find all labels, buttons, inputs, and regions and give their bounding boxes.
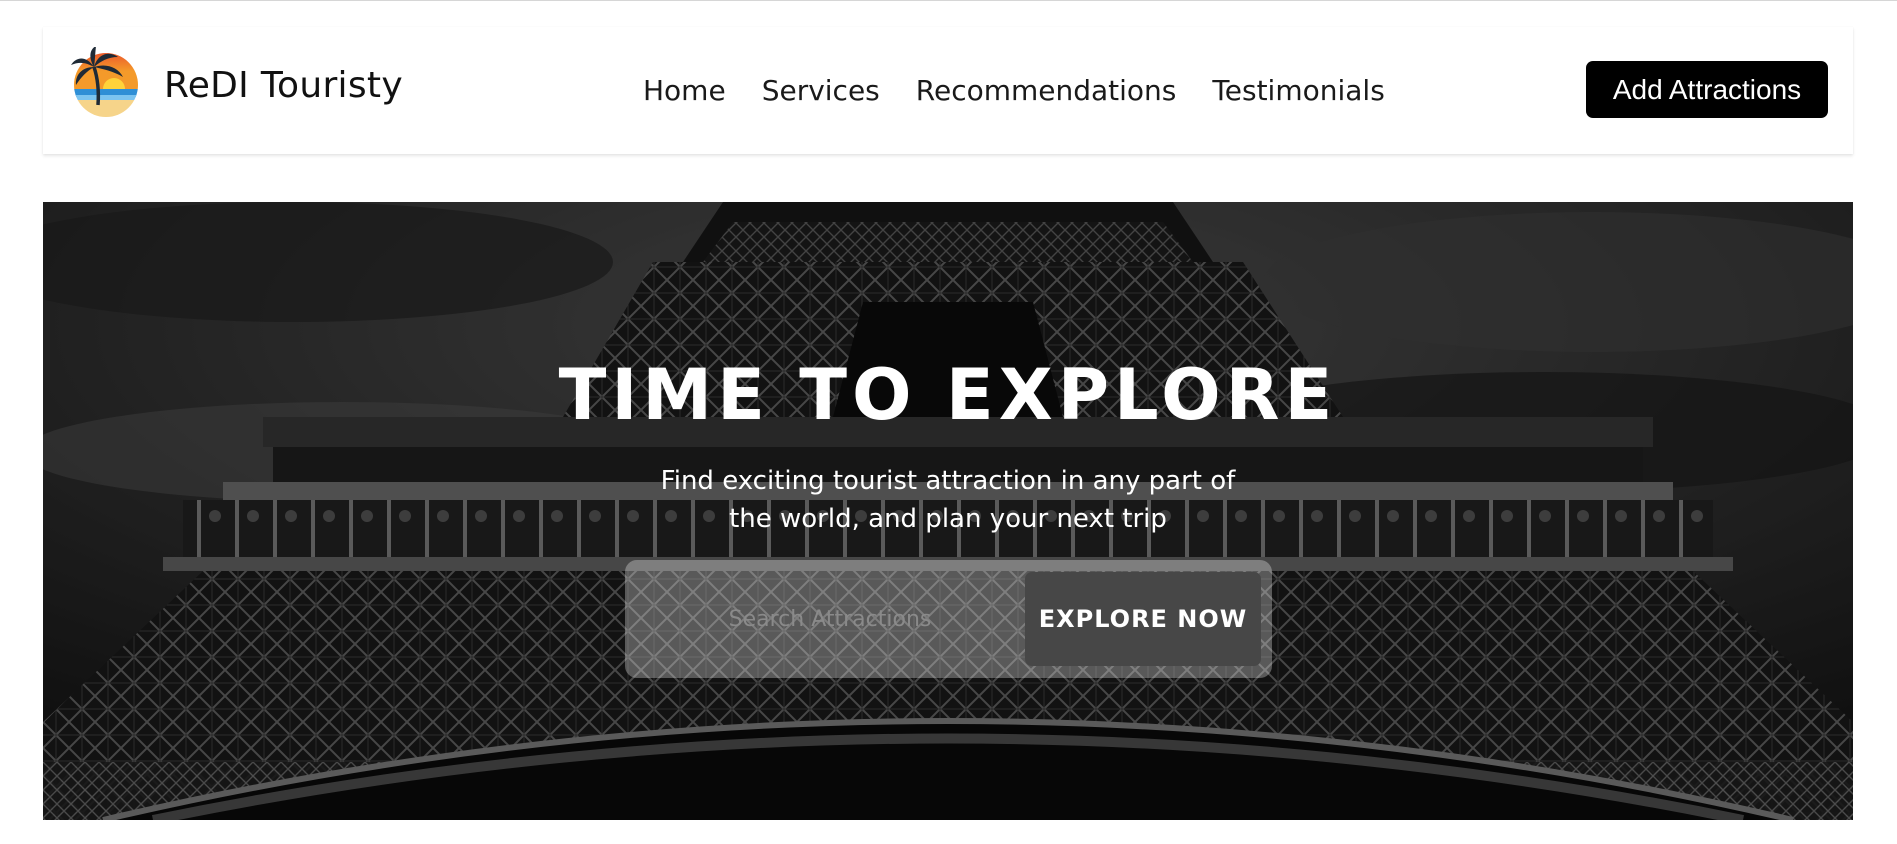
top-divider: [0, 0, 1897, 1]
nav-link-testimonials[interactable]: Testimonials: [1212, 74, 1384, 107]
hero-content: TIME TO EXPLORE Find exciting tourist at…: [43, 202, 1853, 820]
hero-section: TIME TO EXPLORE Find exciting tourist at…: [43, 202, 1853, 820]
brand-name: ReDI Touristy: [164, 64, 403, 106]
navbar: ReDI Touristy Home Services Recommendati…: [43, 27, 1853, 154]
explore-now-button[interactable]: EXPLORE NOW: [1025, 572, 1261, 666]
hero-title: TIME TO EXPLORE: [558, 354, 1338, 436]
search-attractions-input[interactable]: [625, 560, 1035, 678]
add-attractions-button[interactable]: Add Attractions: [1586, 61, 1828, 118]
nav-link-recommendations[interactable]: Recommendations: [916, 74, 1177, 107]
main-nav: Home Services Recommendations Testimonia…: [643, 27, 1385, 154]
search-panel: EXPLORE NOW: [625, 560, 1272, 678]
brand[interactable]: ReDI Touristy: [68, 47, 403, 123]
nav-link-services[interactable]: Services: [762, 74, 880, 107]
palm-beach-logo-icon: [71, 47, 138, 117]
hero-subtitle: Find exciting tourist attraction in any …: [660, 466, 1236, 534]
nav-link-home[interactable]: Home: [643, 74, 726, 107]
